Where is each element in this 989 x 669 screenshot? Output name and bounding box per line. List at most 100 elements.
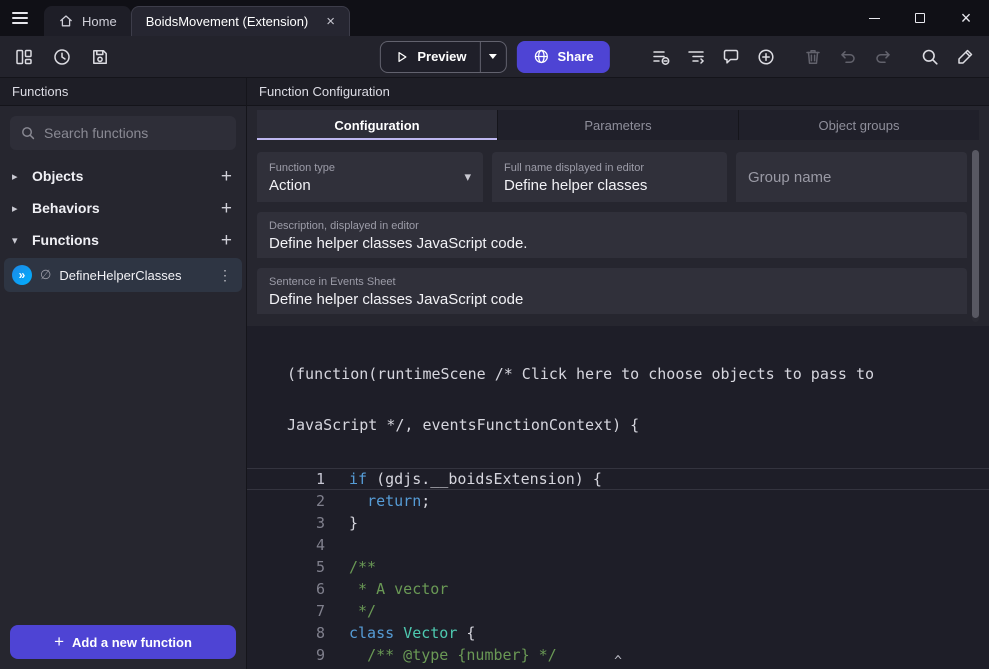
- wrapper-line: JavaScript */, eventsFunctionContext) {: [287, 417, 989, 434]
- full-name-field[interactable]: Full name displayed in editor Define hel…: [492, 152, 727, 202]
- collapsed-arrow-icon: ▸: [12, 202, 24, 215]
- function-item-definehelperclasses[interactable]: » ∅ DefineHelperClasses ⋮: [4, 258, 242, 292]
- code-line-1[interactable]: 1if (gdjs.__boidsExtension) {: [247, 468, 989, 490]
- line-number: 6: [247, 578, 325, 600]
- tree-item-functions[interactable]: ▾ Functions +: [0, 224, 246, 256]
- add-object-button[interactable]: +: [219, 167, 234, 186]
- tab-label: BoidsMovement (Extension): [146, 14, 309, 29]
- description-label: Description, displayed in editor: [269, 220, 955, 232]
- project-manager-button[interactable]: [12, 45, 36, 69]
- code-line-4[interactable]: 4: [247, 534, 989, 556]
- share-button[interactable]: Share: [517, 41, 610, 73]
- comment-icon: [721, 47, 741, 67]
- redo-icon: [873, 47, 893, 67]
- function-type-select[interactable]: Function type Action ▾: [257, 152, 483, 202]
- add-behavior-button[interactable]: +: [219, 199, 234, 218]
- tree-item-label: Objects: [32, 168, 211, 184]
- home-icon: [58, 13, 74, 29]
- toolbar-right-group: [649, 45, 977, 69]
- tree-item-behaviors[interactable]: ▸ Behaviors +: [0, 192, 246, 224]
- add-event-icon: [651, 47, 671, 67]
- tab-boidsmovement-extension[interactable]: BoidsMovement (Extension) ×: [131, 6, 350, 36]
- tab-configuration[interactable]: Configuration: [257, 110, 497, 140]
- tab-label: Configuration: [334, 118, 419, 133]
- undo-icon: [838, 47, 858, 67]
- code-line-3[interactable]: 3}: [247, 512, 989, 534]
- line-number: 5: [247, 556, 325, 578]
- line-number: 3: [247, 512, 325, 534]
- tab-home[interactable]: Home: [44, 6, 131, 36]
- preview-options-button[interactable]: [480, 42, 506, 72]
- form-scrollbar[interactable]: [972, 150, 979, 322]
- editor-settings-button[interactable]: [953, 45, 977, 69]
- group-name-field[interactable]: [736, 152, 967, 202]
- code-line-2[interactable]: 2 return;: [247, 490, 989, 512]
- tree-item-objects[interactable]: ▸ Objects +: [0, 160, 246, 192]
- pen-icon: [955, 47, 975, 67]
- add-subevent-button[interactable]: [684, 45, 708, 69]
- add-new-function-button[interactable]: + Add a new function: [10, 625, 236, 659]
- delete-button[interactable]: [801, 45, 825, 69]
- close-icon: ×: [961, 9, 972, 27]
- code-line-7[interactable]: 7 */: [247, 600, 989, 622]
- maximize-button[interactable]: [897, 0, 943, 36]
- preview-split-button: Preview: [379, 41, 506, 73]
- add-function-button[interactable]: +: [219, 231, 234, 250]
- line-number: 1: [247, 468, 325, 490]
- sentence-value: Define helper classes JavaScript code: [269, 291, 955, 308]
- code-wrapper-header: (function(runtimeScene /* Click here to …: [247, 332, 989, 468]
- plus-icon: +: [54, 632, 64, 652]
- scroll-caret-icon[interactable]: ^: [614, 655, 622, 669]
- add-subevent-icon: [686, 47, 706, 67]
- minimize-icon: [869, 18, 880, 19]
- search-button[interactable]: [918, 45, 942, 69]
- search-functions-input[interactable]: [44, 125, 226, 141]
- code-text: if (gdjs.__boidsExtension) {: [325, 468, 602, 490]
- close-window-button[interactable]: ×: [943, 0, 989, 36]
- menu-button[interactable]: [0, 0, 40, 36]
- hamburger-icon: [12, 12, 28, 24]
- function-search[interactable]: [10, 116, 236, 150]
- tab-parameters[interactable]: Parameters: [497, 110, 738, 140]
- maximize-icon: [915, 13, 925, 23]
- save-button[interactable]: [88, 45, 112, 69]
- add-event-button[interactable]: [649, 45, 673, 69]
- sentence-field[interactable]: Sentence in Events Sheet Define helper c…: [257, 268, 967, 314]
- toolbar-left-group: [12, 45, 112, 69]
- scrollbar-thumb[interactable]: [972, 150, 979, 318]
- js-code-editor[interactable]: (function(runtimeScene /* Click here to …: [247, 326, 989, 669]
- full-name-value: Define helper classes: [504, 177, 715, 194]
- minimize-button[interactable]: [851, 0, 897, 36]
- group-name-input[interactable]: [748, 169, 955, 186]
- toolbar-center-group: Preview Share: [379, 41, 609, 73]
- function-badge-icon: »: [12, 265, 32, 285]
- clock-icon: [52, 47, 72, 67]
- code-line-8[interactable]: 8class Vector {: [247, 622, 989, 644]
- code-text: }: [325, 512, 358, 534]
- function-menu-button[interactable]: ⋮: [216, 267, 234, 284]
- undo-button[interactable]: [836, 45, 860, 69]
- code-text: /** @type {number} */: [325, 644, 557, 666]
- preview-button[interactable]: Preview: [380, 42, 479, 72]
- toolbar: Preview Share: [0, 36, 989, 78]
- recent-files-button[interactable]: [50, 45, 74, 69]
- code-line-5[interactable]: 5/**: [247, 556, 989, 578]
- trash-icon: [803, 47, 823, 67]
- redo-button[interactable]: [871, 45, 895, 69]
- collapsed-arrow-icon: ▸: [12, 170, 24, 183]
- code-text: * A vector: [325, 578, 448, 600]
- description-field[interactable]: Description, displayed in editor Define …: [257, 212, 967, 258]
- close-tab-icon[interactable]: ×: [326, 14, 335, 29]
- code-line-6[interactable]: 6 * A vector: [247, 578, 989, 600]
- tab-object-groups[interactable]: Object groups: [738, 110, 979, 140]
- add-comment-button[interactable]: [719, 45, 743, 69]
- code-text: /**: [325, 556, 376, 578]
- function-configuration-panel: Function Configuration Configuration Par…: [247, 78, 989, 669]
- expanded-arrow-icon: ▾: [12, 234, 24, 247]
- main-area: Functions ▸ Objects + ▸ Behaviors + ▾ Fu…: [0, 78, 989, 669]
- code-text: */: [325, 600, 376, 622]
- choose-and-add-event-button[interactable]: [754, 45, 778, 69]
- functions-panel: Functions ▸ Objects + ▸ Behaviors + ▾ Fu…: [0, 78, 247, 669]
- line-number: 2: [247, 490, 325, 512]
- line-number: 8: [247, 622, 325, 644]
